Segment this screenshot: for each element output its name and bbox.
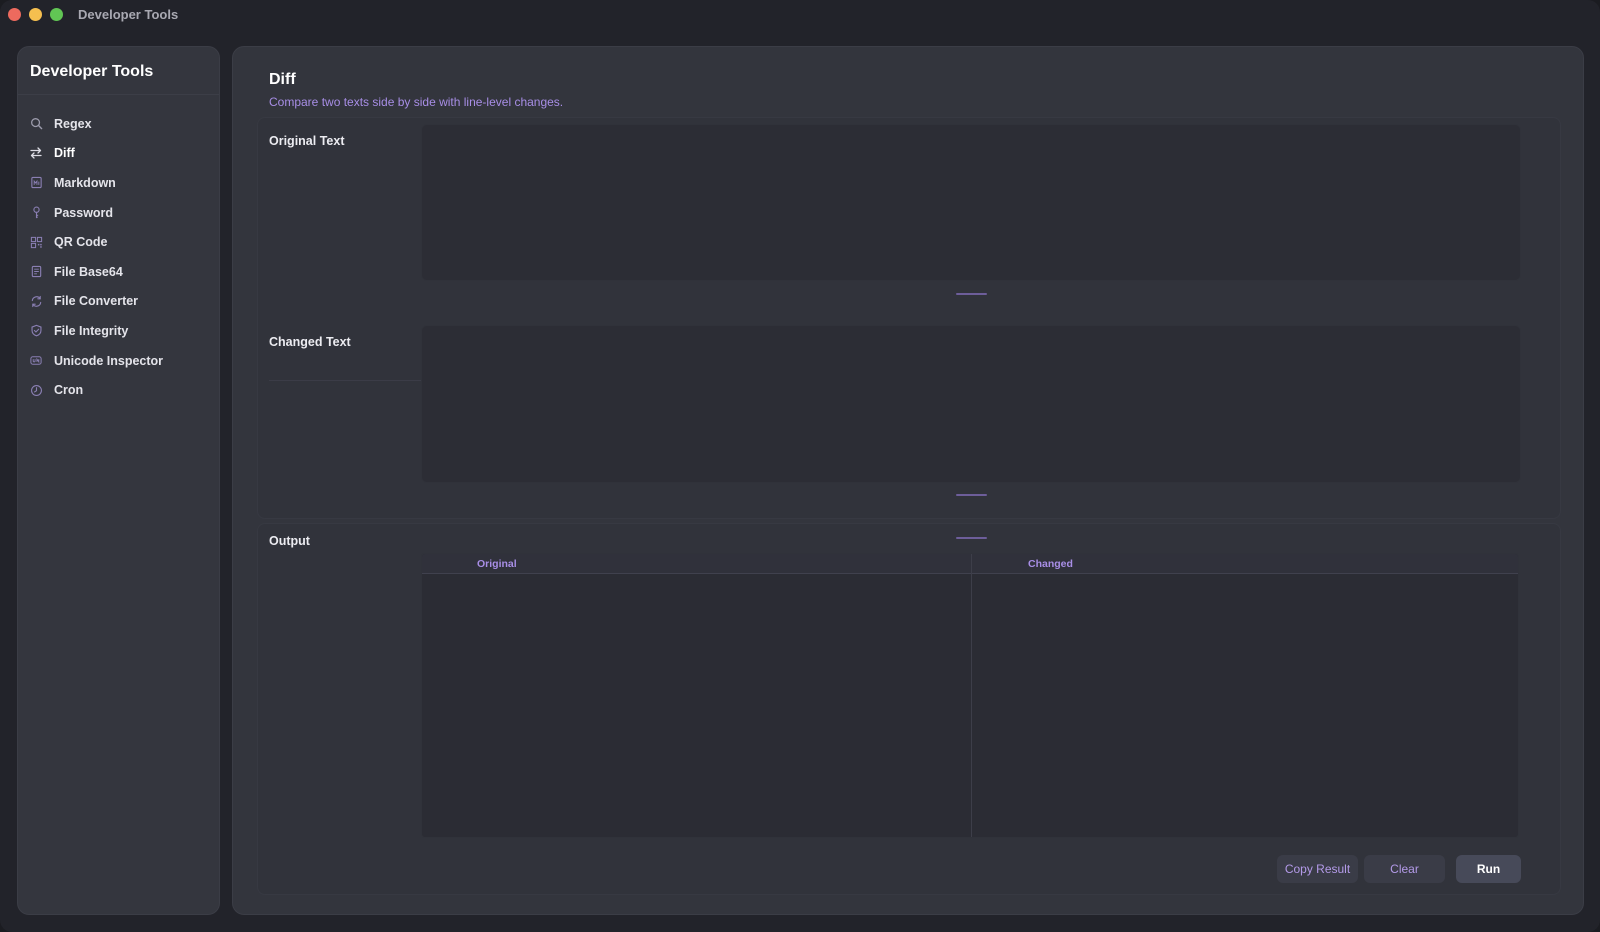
file-icon: [29, 265, 43, 279]
sidebar-item-label: Cron: [54, 383, 84, 398]
app-window: Developer Tools Developer Tools Regex Di…: [0, 0, 1600, 932]
clock-icon: [29, 383, 43, 397]
window-title: Developer Tools: [78, 7, 179, 22]
clear-button[interactable]: Clear: [1364, 855, 1445, 883]
original-text-label: Original Text: [269, 134, 345, 148]
sidebar-item-label: Diff: [54, 146, 75, 161]
page-title: Diff: [269, 71, 296, 88]
unicode-icon: [29, 354, 43, 368]
original-column-header: Original: [477, 558, 517, 570]
key-icon: [29, 206, 43, 220]
sidebar: Developer Tools Regex Diff Markdown Pass…: [17, 46, 220, 915]
sidebar-item-label: QR Code: [54, 235, 108, 250]
minimize-window-button[interactable]: [29, 8, 42, 21]
resize-handle[interactable]: [956, 494, 987, 496]
sidebar-item-markdown[interactable]: Markdown: [18, 168, 219, 198]
sidebar-item-file-base64[interactable]: File Base64: [18, 257, 219, 287]
refresh-icon: [29, 294, 43, 308]
changed-text-input[interactable]: [421, 325, 1521, 483]
sidebar-item-label: File Converter: [54, 294, 139, 309]
sidebar-title: Developer Tools: [30, 63, 154, 80]
column-divider: [971, 554, 972, 837]
page-subtitle: Compare two texts side by side with line…: [269, 95, 564, 109]
resize-handle[interactable]: [956, 537, 987, 539]
sidebar-item-cron[interactable]: Cron: [18, 375, 219, 405]
sidebar-item-file-converter[interactable]: File Converter: [18, 287, 219, 317]
changed-text-label: Changed Text: [269, 335, 351, 349]
changed-column-header: Changed: [1028, 558, 1073, 570]
sidebar-item-label: Unicode Inspector: [54, 353, 164, 368]
original-text-input[interactable]: [421, 124, 1521, 281]
diff-output-table: Original Changed: [421, 553, 1519, 838]
output-label: Output: [269, 534, 310, 548]
sidebar-item-unicode-inspector[interactable]: Unicode Inspector: [18, 346, 219, 376]
search-icon: [29, 117, 43, 131]
qr-code-icon: [29, 235, 43, 249]
close-window-button[interactable]: [8, 8, 21, 21]
markdown-doc-icon: [29, 176, 43, 190]
sidebar-header: Developer Tools: [18, 47, 219, 95]
sidebar-item-diff[interactable]: Diff: [18, 139, 219, 169]
sidebar-item-password[interactable]: Password: [18, 198, 219, 228]
sidebar-item-label: Regex: [54, 116, 92, 131]
run-button[interactable]: Run: [1456, 855, 1521, 883]
sidebar-item-label: Password: [54, 205, 114, 220]
sidebar-item-file-integrity[interactable]: File Integrity: [18, 316, 219, 346]
swap-arrows-icon: [29, 146, 43, 160]
maximize-window-button[interactable]: [50, 8, 63, 21]
sidebar-item-regex[interactable]: Regex: [18, 109, 219, 139]
resize-handle[interactable]: [956, 293, 987, 295]
sidebar-item-label: Markdown: [54, 175, 116, 190]
inputs-panel: Original Text Changed Text: [257, 117, 1561, 519]
main-panel: Diff Compare two texts side by side with…: [232, 46, 1584, 915]
sidebar-nav: Regex Diff Markdown Password QR Code Fil…: [18, 109, 219, 405]
title-bar: Developer Tools: [0, 0, 1600, 30]
output-panel: Output Original Changed: [257, 523, 1561, 895]
sidebar-item-qr-code[interactable]: QR Code: [18, 227, 219, 257]
sidebar-item-label: File Base64: [54, 264, 123, 279]
shield-check-icon: [29, 324, 43, 338]
diff-header: Original Changed: [422, 554, 1518, 574]
copy-result-button[interactable]: Copy Result: [1277, 855, 1358, 883]
sidebar-item-label: File Integrity: [54, 323, 129, 338]
